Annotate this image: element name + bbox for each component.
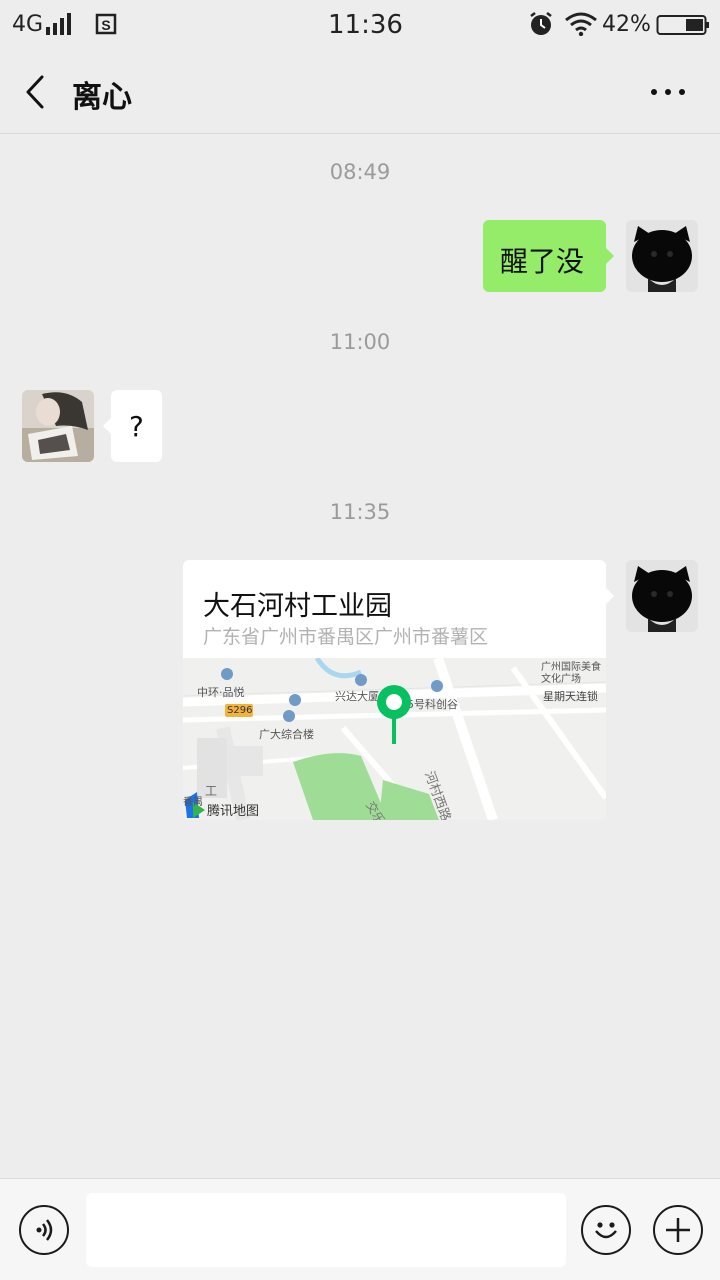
more-options-icon[interactable] bbox=[650, 86, 686, 98]
map-label: 5号科创谷 bbox=[407, 698, 458, 711]
location-message-card[interactable]: 大石河村工业园 广东省广州市番禺区广州市番薯区 中环·品悦 S296 广大综合楼… bbox=[183, 560, 614, 820]
location-address: 广东省广州市番禺区广州市番薯区 bbox=[203, 626, 489, 648]
message-text: 醒了没 bbox=[500, 245, 585, 278]
input-bar bbox=[0, 1178, 720, 1280]
message-input[interactable] bbox=[86, 1193, 566, 1267]
timestamp: 08:49 bbox=[329, 160, 391, 184]
map-label: 广大综合楼 bbox=[259, 728, 314, 741]
map-label: 中环·品悦 bbox=[197, 686, 245, 699]
battery-percent: 42% bbox=[602, 12, 651, 37]
wifi-icon bbox=[565, 12, 597, 36]
sent-message-bubble[interactable]: 醒了没 bbox=[483, 220, 614, 292]
alarm-icon bbox=[530, 12, 552, 35]
plus-icon bbox=[666, 1218, 690, 1242]
clock: 11:36 bbox=[328, 10, 403, 40]
message-text: ? bbox=[129, 410, 144, 443]
network-type: 4G bbox=[12, 12, 44, 37]
status-bar: 4G S 11:36 42% bbox=[0, 0, 720, 50]
signal-icon bbox=[46, 13, 71, 35]
cat-avatar-image bbox=[626, 220, 698, 292]
svg-text:S: S bbox=[101, 17, 110, 33]
timestamp: 11:35 bbox=[329, 500, 391, 524]
cat-avatar-image bbox=[626, 560, 698, 632]
map-label: S296 bbox=[227, 705, 253, 716]
emoji-button[interactable] bbox=[581, 1205, 631, 1255]
map-label: 星期天连锁 bbox=[543, 690, 598, 703]
map-label: 兴达大厦 bbox=[335, 690, 379, 703]
chat-title: 离心 bbox=[72, 80, 132, 115]
chat-header: 离心 bbox=[0, 50, 720, 134]
sim-icon: S bbox=[95, 13, 117, 35]
emoji-icon bbox=[595, 1222, 617, 1239]
contact-avatar[interactable] bbox=[22, 390, 94, 462]
voice-input-button[interactable] bbox=[19, 1205, 69, 1255]
map-label: 文化广场 bbox=[541, 674, 581, 685]
map-brand-label: 腾讯地图 bbox=[207, 804, 260, 819]
contact-photo-image bbox=[22, 390, 94, 462]
voice-icon bbox=[36, 1219, 53, 1241]
my-avatar[interactable] bbox=[626, 220, 698, 292]
battery-icon bbox=[656, 15, 709, 35]
my-avatar[interactable] bbox=[626, 560, 698, 632]
more-functions-button[interactable] bbox=[653, 1205, 703, 1255]
location-name: 大石河村工业园 bbox=[203, 591, 392, 622]
received-message-bubble[interactable]: ? bbox=[103, 390, 162, 462]
map-label: 番禺 bbox=[183, 797, 203, 808]
map-label: 工 bbox=[205, 784, 218, 798]
location-pin-icon bbox=[377, 685, 411, 744]
back-arrow-icon[interactable] bbox=[22, 74, 48, 110]
timestamp: 11:00 bbox=[329, 330, 391, 354]
map-preview[interactable]: 中环·品悦 S296 广大综合楼 兴达大厦 5号科创谷 广州国际美食 文化广场 … bbox=[183, 658, 606, 820]
